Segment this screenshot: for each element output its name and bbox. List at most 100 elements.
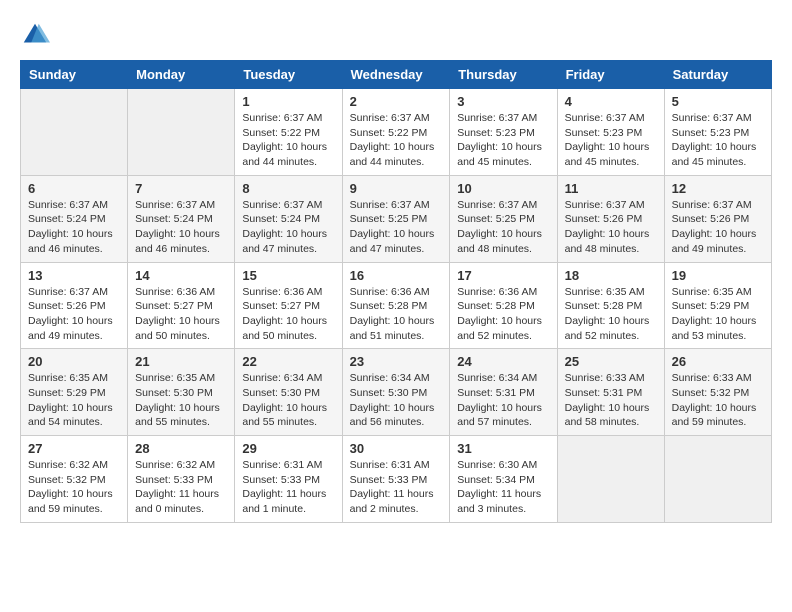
day-number: 30: [350, 441, 443, 456]
calendar-cell: 7 Sunrise: 6:37 AM Sunset: 5:24 PM Daylig…: [128, 175, 235, 262]
day-info: Sunrise: 6:37 AM Sunset: 5:22 PM Dayligh…: [350, 111, 443, 170]
days-of-week-row: SundayMondayTuesdayWednesdayThursdayFrid…: [21, 61, 772, 89]
calendar-header: SundayMondayTuesdayWednesdayThursdayFrid…: [21, 61, 772, 89]
day-of-week-header: Saturday: [664, 61, 771, 89]
day-number: 2: [350, 94, 443, 109]
day-number: 5: [672, 94, 764, 109]
day-number: 8: [242, 181, 334, 196]
day-number: 6: [28, 181, 120, 196]
calendar-cell: 23 Sunrise: 6:34 AM Sunset: 5:30 PM Dayli…: [342, 349, 450, 436]
day-info: Sunrise: 6:37 AM Sunset: 5:24 PM Dayligh…: [242, 198, 334, 257]
day-number: 25: [565, 354, 657, 369]
calendar-cell: 28 Sunrise: 6:32 AM Sunset: 5:33 PM Dayli…: [128, 436, 235, 523]
logo-icon: [20, 20, 50, 50]
day-info: Sunrise: 6:34 AM Sunset: 5:30 PM Dayligh…: [350, 371, 443, 430]
day-info: Sunrise: 6:36 AM Sunset: 5:28 PM Dayligh…: [350, 285, 443, 344]
calendar-week-row: 20Sunrise: 6:35 AM Sunset: 5:29 PM Dayli…: [21, 349, 772, 436]
day-info: Sunrise: 6:37 AM Sunset: 5:26 PM Dayligh…: [565, 198, 657, 257]
day-info: Sunrise: 6:37 AM Sunset: 5:26 PM Dayligh…: [28, 285, 120, 344]
calendar-cell: 11Sunrise: 6:37 AM Sunset: 5:26 PM Dayli…: [557, 175, 664, 262]
day-info: Sunrise: 6:37 AM Sunset: 5:26 PM Dayligh…: [672, 198, 764, 257]
calendar-week-row: 27 Sunrise: 6:32 AM Sunset: 5:32 PM Dayli…: [21, 436, 772, 523]
day-number: 21: [135, 354, 227, 369]
calendar-cell: 18 Sunrise: 6:35 AM Sunset: 5:28 PM Dayli…: [557, 262, 664, 349]
day-number: 9: [350, 181, 443, 196]
day-number: 3: [457, 94, 549, 109]
calendar-cell: [557, 436, 664, 523]
calendar-cell: 12 Sunrise: 6:37 AM Sunset: 5:26 PM Dayli…: [664, 175, 771, 262]
calendar-week-row: 6 Sunrise: 6:37 AM Sunset: 5:24 PM Daylig…: [21, 175, 772, 262]
day-number: 18: [565, 268, 657, 283]
day-info: Sunrise: 6:31 AM Sunset: 5:33 PM Dayligh…: [350, 458, 443, 517]
day-number: 14: [135, 268, 227, 283]
day-number: 7: [135, 181, 227, 196]
day-number: 15: [242, 268, 334, 283]
calendar-cell: 4 Sunrise: 6:37 AM Sunset: 5:23 PM Daylig…: [557, 89, 664, 176]
calendar-cell: 19 Sunrise: 6:35 AM Sunset: 5:29 PM Dayli…: [664, 262, 771, 349]
calendar-cell: [128, 89, 235, 176]
day-info: Sunrise: 6:35 AM Sunset: 5:30 PM Dayligh…: [135, 371, 227, 430]
calendar-cell: 10 Sunrise: 6:37 AM Sunset: 5:25 PM Dayli…: [450, 175, 557, 262]
calendar-cell: 24Sunrise: 6:34 AM Sunset: 5:31 PM Dayli…: [450, 349, 557, 436]
day-info: Sunrise: 6:37 AM Sunset: 5:24 PM Dayligh…: [135, 198, 227, 257]
day-of-week-header: Monday: [128, 61, 235, 89]
day-number: 19: [672, 268, 764, 283]
day-info: Sunrise: 6:37 AM Sunset: 5:22 PM Dayligh…: [242, 111, 334, 170]
calendar-cell: 26 Sunrise: 6:33 AM Sunset: 5:32 PM Dayli…: [664, 349, 771, 436]
calendar-cell: 29 Sunrise: 6:31 AM Sunset: 5:33 PM Dayli…: [235, 436, 342, 523]
calendar-cell: 16 Sunrise: 6:36 AM Sunset: 5:28 PM Dayli…: [342, 262, 450, 349]
day-info: Sunrise: 6:35 AM Sunset: 5:29 PM Dayligh…: [672, 285, 764, 344]
day-of-week-header: Friday: [557, 61, 664, 89]
day-info: Sunrise: 6:37 AM Sunset: 5:23 PM Dayligh…: [457, 111, 549, 170]
day-info: Sunrise: 6:36 AM Sunset: 5:28 PM Dayligh…: [457, 285, 549, 344]
calendar-week-row: 13 Sunrise: 6:37 AM Sunset: 5:26 PM Dayli…: [21, 262, 772, 349]
day-number: 22: [242, 354, 334, 369]
calendar-cell: 20Sunrise: 6:35 AM Sunset: 5:29 PM Dayli…: [21, 349, 128, 436]
day-number: 29: [242, 441, 334, 456]
day-info: Sunrise: 6:36 AM Sunset: 5:27 PM Dayligh…: [242, 285, 334, 344]
calendar-cell: 2 Sunrise: 6:37 AM Sunset: 5:22 PM Daylig…: [342, 89, 450, 176]
day-info: Sunrise: 6:35 AM Sunset: 5:28 PM Dayligh…: [565, 285, 657, 344]
day-number: 31: [457, 441, 549, 456]
day-info: Sunrise: 6:31 AM Sunset: 5:33 PM Dayligh…: [242, 458, 334, 517]
day-number: 4: [565, 94, 657, 109]
day-info: Sunrise: 6:32 AM Sunset: 5:32 PM Dayligh…: [28, 458, 120, 517]
day-info: Sunrise: 6:30 AM Sunset: 5:34 PM Dayligh…: [457, 458, 549, 517]
calendar-cell: 13 Sunrise: 6:37 AM Sunset: 5:26 PM Dayli…: [21, 262, 128, 349]
day-info: Sunrise: 6:34 AM Sunset: 5:30 PM Dayligh…: [242, 371, 334, 430]
calendar-week-row: 1Sunrise: 6:37 AM Sunset: 5:22 PM Daylig…: [21, 89, 772, 176]
day-of-week-header: Wednesday: [342, 61, 450, 89]
day-info: Sunrise: 6:32 AM Sunset: 5:33 PM Dayligh…: [135, 458, 227, 517]
day-number: 10: [457, 181, 549, 196]
calendar-cell: 31 Sunrise: 6:30 AM Sunset: 5:34 PM Dayli…: [450, 436, 557, 523]
day-of-week-header: Thursday: [450, 61, 557, 89]
day-number: 23: [350, 354, 443, 369]
calendar-cell: 22 Sunrise: 6:34 AM Sunset: 5:30 PM Dayli…: [235, 349, 342, 436]
calendar-table: SundayMondayTuesdayWednesdayThursdayFrid…: [20, 60, 772, 523]
day-number: 26: [672, 354, 764, 369]
day-number: 20: [28, 354, 120, 369]
calendar-cell: 9 Sunrise: 6:37 AM Sunset: 5:25 PM Daylig…: [342, 175, 450, 262]
logo: [20, 20, 54, 50]
day-info: Sunrise: 6:37 AM Sunset: 5:25 PM Dayligh…: [350, 198, 443, 257]
day-number: 28: [135, 441, 227, 456]
day-info: Sunrise: 6:33 AM Sunset: 5:32 PM Dayligh…: [672, 371, 764, 430]
calendar-cell: 1Sunrise: 6:37 AM Sunset: 5:22 PM Daylig…: [235, 89, 342, 176]
day-number: 17: [457, 268, 549, 283]
day-number: 27: [28, 441, 120, 456]
calendar-cell: 25Sunrise: 6:33 AM Sunset: 5:31 PM Dayli…: [557, 349, 664, 436]
day-number: 16: [350, 268, 443, 283]
page-header: [20, 20, 772, 50]
day-of-week-header: Tuesday: [235, 61, 342, 89]
calendar-cell: 6Sunrise: 6:37 AM Sunset: 5:24 PM Daylig…: [21, 175, 128, 262]
day-info: Sunrise: 6:37 AM Sunset: 5:25 PM Dayligh…: [457, 198, 549, 257]
calendar-cell: [21, 89, 128, 176]
day-info: Sunrise: 6:37 AM Sunset: 5:23 PM Dayligh…: [565, 111, 657, 170]
calendar-cell: 14Sunrise: 6:36 AM Sunset: 5:27 PM Dayli…: [128, 262, 235, 349]
day-number: 13: [28, 268, 120, 283]
day-number: 24: [457, 354, 549, 369]
day-number: 12: [672, 181, 764, 196]
calendar-cell: 8 Sunrise: 6:37 AM Sunset: 5:24 PM Daylig…: [235, 175, 342, 262]
calendar-cell: 30 Sunrise: 6:31 AM Sunset: 5:33 PM Dayli…: [342, 436, 450, 523]
calendar-cell: 5Sunrise: 6:37 AM Sunset: 5:23 PM Daylig…: [664, 89, 771, 176]
